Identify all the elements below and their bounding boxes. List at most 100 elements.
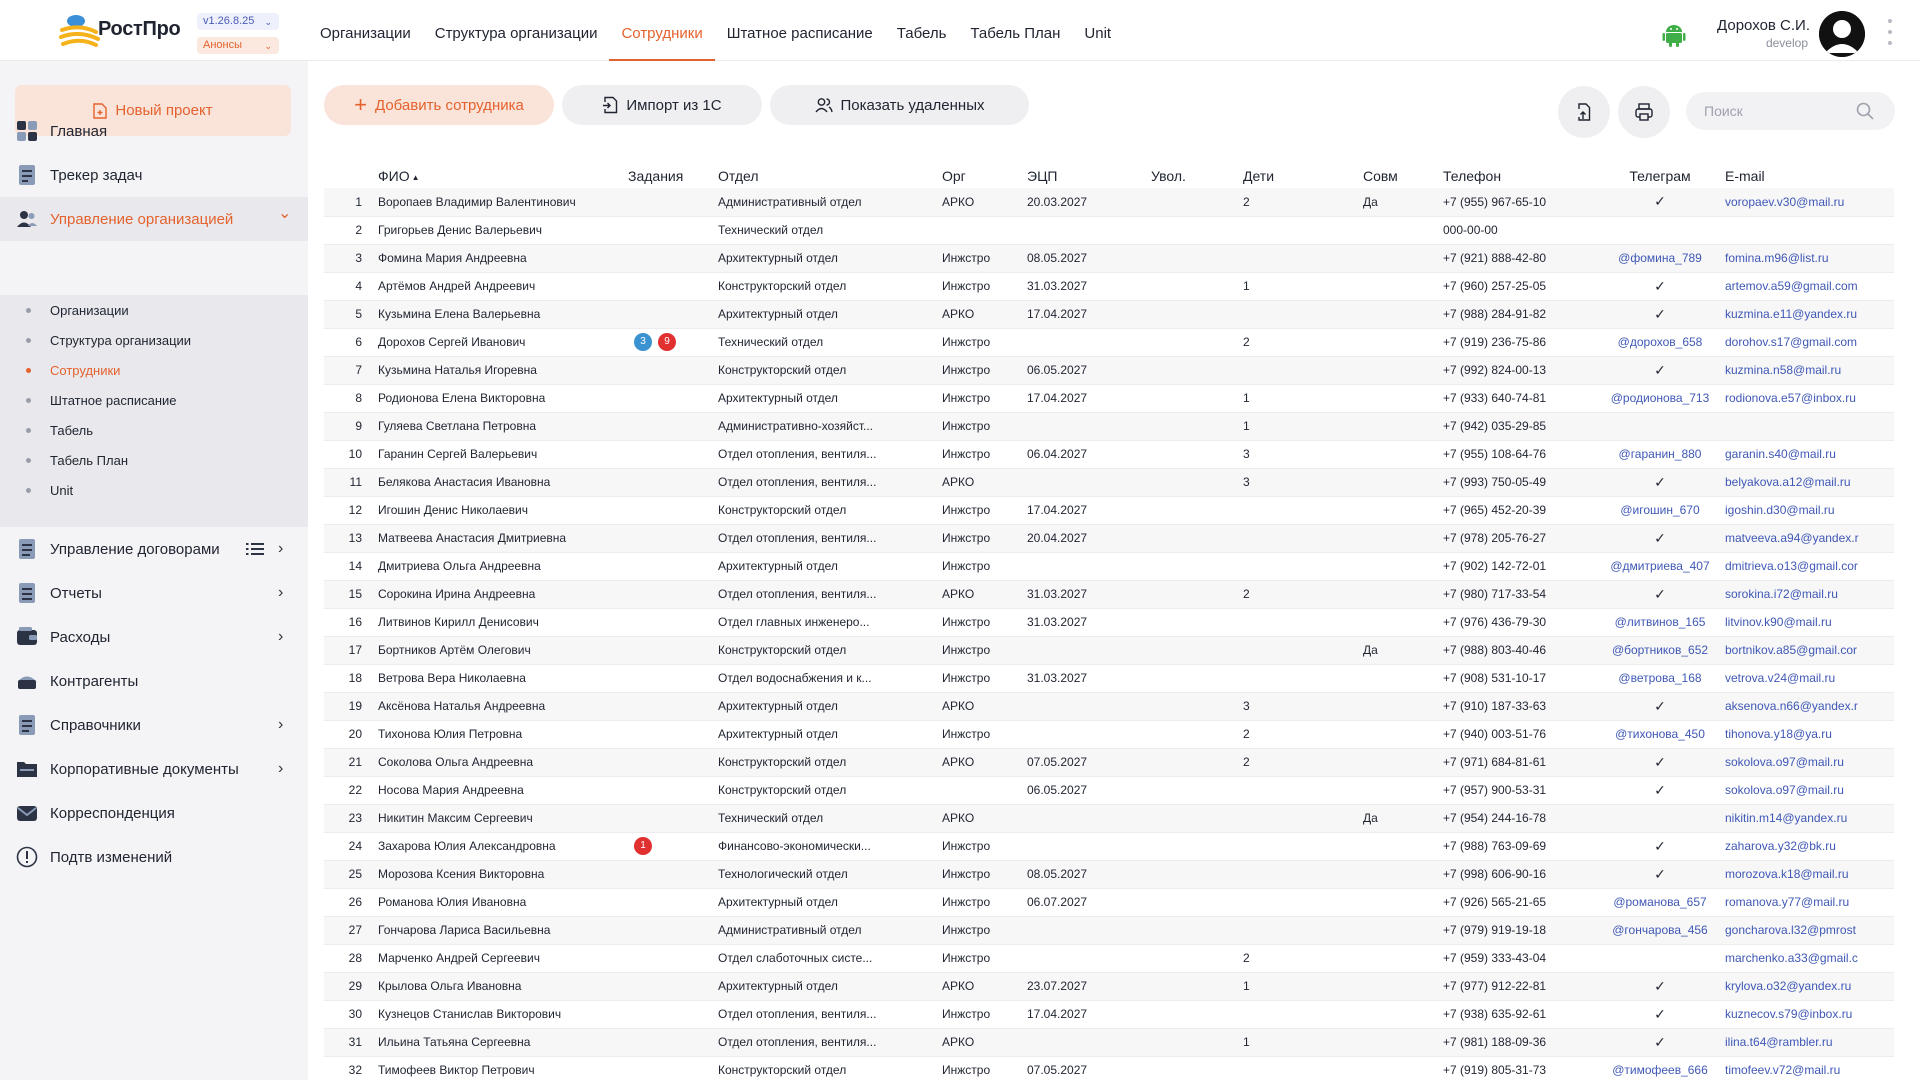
table-row[interactable]: 21 Соколова Ольга Андреевна Конструкторски… [324, 748, 1894, 777]
col-email-cell[interactable]: sorokina.i72@mail.ru [1721, 580, 1894, 609]
sidebar-item-1[interactable]: Трекер задач [0, 153, 308, 197]
user-name[interactable]: Дорохов С.И. [1698, 17, 1810, 34]
brand-name[interactable]: РостПро [98, 18, 181, 41]
col-email-cell[interactable]: kuzmina.e11@yandex.ru [1721, 300, 1894, 329]
logo-icon[interactable] [56, 10, 102, 52]
submenu-item-3[interactable]: Штатное расписание [0, 385, 308, 415]
submenu-item-2[interactable]: Сотрудники [0, 355, 308, 385]
col-email-cell[interactable]: litvinov.k90@mail.ru [1721, 608, 1894, 637]
telegram-check-icon[interactable]: ✓ [1599, 748, 1721, 777]
sidebar-item-4[interactable]: Отчеты › [0, 571, 308, 615]
col-email-cell[interactable]: aksenova.n66@yandex.r [1721, 692, 1894, 721]
task-count-badge[interactable]: 3 [634, 333, 652, 351]
col-org-header[interactable]: Орг [938, 158, 1023, 188]
nav-item-5[interactable]: Табель План [958, 0, 1072, 61]
table-row[interactable]: 17 Бортников Артём Олегович Конструкторски… [324, 636, 1894, 665]
col-fio-cell[interactable]: Ветрова Вера Николаевна [374, 664, 624, 693]
add-employee-button[interactable]: + Добавить сотрудника [324, 85, 554, 125]
table-row[interactable]: 18 Ветрова Вера Николаевна Отдел водоснабж… [324, 664, 1894, 693]
table-row[interactable]: 1 Воропаев Владимир Валентинович Администр… [324, 188, 1894, 217]
col-telegram-cell[interactable]: @литвинов_165 [1599, 608, 1721, 637]
col-sovm-header[interactable]: Совм [1359, 158, 1439, 188]
col-fio-cell[interactable]: Литвинов Кирилл Денисович [374, 608, 624, 637]
table-row[interactable]: 9 Гуляева Светлана Петровна Административн… [324, 412, 1894, 441]
col-fio-cell[interactable]: Артёмов Андрей Андреевич [374, 272, 624, 301]
col-fio-cell[interactable]: Матвеева Анастасия Дмитриевна [374, 524, 624, 553]
sidebar-item-7[interactable]: Справочники › [0, 703, 308, 747]
col-dept-header[interactable]: Отдел [714, 158, 938, 188]
col-fio-cell[interactable]: Тихонова Юлия Петровна [374, 720, 624, 749]
android-icon[interactable] [1662, 22, 1686, 48]
col-phone-header[interactable]: Телефон [1439, 158, 1599, 188]
col-fio-cell[interactable]: Крылова Ольга Ивановна [374, 972, 624, 1001]
col-fio-cell[interactable]: Дмитриева Ольга Андреевна [374, 552, 624, 581]
col-telegram-cell[interactable]: @тихонова_450 [1599, 720, 1721, 749]
col-email-cell[interactable]: goncharova.l32@pmrost [1721, 916, 1894, 945]
col-fio-cell[interactable]: Кузнецов Станислав Викторович [374, 1000, 624, 1029]
col-fio-cell[interactable]: Ильина Татьяна Сергеевна [374, 1028, 624, 1057]
table-row[interactable]: 3 Фомина Мария Андреевна Архитектурный отд… [324, 244, 1894, 273]
col-fio-cell[interactable]: Гончарова Лариса Васильевна [374, 916, 624, 945]
table-row[interactable]: 32 Тимофеев Виктор Петрович Конструкторски… [324, 1056, 1894, 1080]
table-row[interactable]: 6 Дорохов Сергей Иванович 3 9 Технический от… [324, 328, 1894, 357]
table-row[interactable]: 29 Крылова Ольга Ивановна Архитектурный от… [324, 972, 1894, 1001]
table-row[interactable]: 27 Гончарова Лариса Васильевна Администрат… [324, 916, 1894, 945]
col-fio-cell[interactable]: Гуляева Светлана Петровна [374, 412, 624, 441]
import-1c-button[interactable]: Импорт из 1С [562, 85, 762, 125]
col-fio-cell[interactable]: Никитин Максим Сергеевич [374, 804, 624, 833]
table-row[interactable]: 24 Захарова Юлия Александровна 1 Финансово-… [324, 832, 1894, 861]
sidebar-item-2[interactable]: Управление организацией ⌄ [0, 197, 308, 241]
col-email-cell[interactable]: morozova.k18@mail.ru [1721, 860, 1894, 889]
table-row[interactable]: 14 Дмитриева Ольга Андреевна Архитектурный… [324, 552, 1894, 581]
col-fio-cell[interactable]: Кузьмина Елена Валерьевна [374, 300, 624, 329]
col-email-cell[interactable]: igoshin.d30@mail.ru [1721, 496, 1894, 525]
nav-item-6[interactable]: Unit [1072, 0, 1123, 61]
col-email-cell[interactable]: ilina.t64@rambler.ru [1721, 1028, 1894, 1057]
col-telegram-header[interactable]: Телеграм [1599, 158, 1721, 188]
col-telegram-cell[interactable]: @дорохов_658 [1599, 328, 1721, 357]
col-telegram-cell[interactable]: @фомина_789 [1599, 244, 1721, 273]
col-email-header[interactable]: E-mail [1721, 158, 1894, 188]
table-row[interactable]: 10 Гаранин Сергей Валерьевич Отдел отоплен… [324, 440, 1894, 469]
col-email-cell[interactable]: sokolova.o97@mail.ru [1721, 776, 1894, 805]
submenu-item-6[interactable]: Unit [0, 475, 308, 505]
telegram-check-icon[interactable]: ✓ [1599, 832, 1721, 861]
col-email-cell[interactable]: sokolova.o97@mail.ru [1721, 748, 1894, 777]
nav-item-2[interactable]: Сотрудники [609, 0, 715, 61]
telegram-check-icon[interactable]: ✓ [1599, 188, 1721, 217]
col-fio-cell[interactable]: Белякова Анастасия Ивановна [374, 468, 624, 497]
col-email-cell[interactable]: timofeev.v72@mail.ru [1721, 1056, 1894, 1080]
telegram-check-icon[interactable]: ✓ [1599, 468, 1721, 497]
col-fio-cell[interactable]: Носова Мария Андреевна [374, 776, 624, 805]
table-row[interactable]: 16 Литвинов Кирилл Денисович Отдел главных… [324, 608, 1894, 637]
telegram-check-icon[interactable]: ✓ [1599, 272, 1721, 301]
list-icon[interactable] [246, 541, 264, 557]
col-telegram-cell[interactable]: @игошин_670 [1599, 496, 1721, 525]
col-email-cell[interactable]: garanin.s40@mail.ru [1721, 440, 1894, 469]
col-fio-cell[interactable]: Гаранин Сергей Валерьевич [374, 440, 624, 469]
col-fio-cell[interactable]: Воропаев Владимир Валентинович [374, 188, 624, 217]
upload-button[interactable] [1558, 86, 1610, 138]
col-email-cell[interactable]: kuzmina.n58@mail.ru [1721, 356, 1894, 385]
table-row[interactable]: 30 Кузнецов Станислав Викторович Отдел ото… [324, 1000, 1894, 1029]
table-row[interactable]: 31 Ильина Татьяна Сергеевна Отдел отоплени… [324, 1028, 1894, 1057]
telegram-check-icon[interactable]: ✓ [1599, 300, 1721, 329]
col-fio-cell[interactable]: Григорьев Денис Валерьевич [374, 216, 624, 245]
col-fired-header[interactable]: Увол. [1147, 158, 1239, 188]
nav-item-0[interactable]: Организации [308, 0, 423, 61]
col-email-cell[interactable]: krylova.o32@yandex.ru [1721, 972, 1894, 1001]
col-fio-cell[interactable]: Соколова Ольга Андреевна [374, 748, 624, 777]
col-fio-cell[interactable]: Бортников Артём Олегович [374, 636, 624, 665]
col-telegram-cell[interactable] [1599, 804, 1721, 833]
avatar[interactable] [1819, 11, 1865, 57]
col-telegram-cell[interactable]: @ветрова_168 [1599, 664, 1721, 693]
print-button[interactable] [1618, 86, 1670, 138]
telegram-check-icon[interactable]: ✓ [1599, 972, 1721, 1001]
col-fio-cell[interactable]: Захарова Юлия Александровна [374, 832, 624, 861]
sidebar-item-6[interactable]: Контрагенты [0, 659, 308, 703]
sidebar-item-10[interactable]: Подтв изменений [0, 835, 308, 879]
col-telegram-cell[interactable]: @тимофеев_666 [1599, 1056, 1721, 1080]
col-telegram-cell[interactable] [1599, 412, 1721, 441]
col-ecp-header[interactable]: ЭЦП [1023, 158, 1147, 188]
col-email-cell[interactable]: belyakova.a12@mail.ru [1721, 468, 1894, 497]
